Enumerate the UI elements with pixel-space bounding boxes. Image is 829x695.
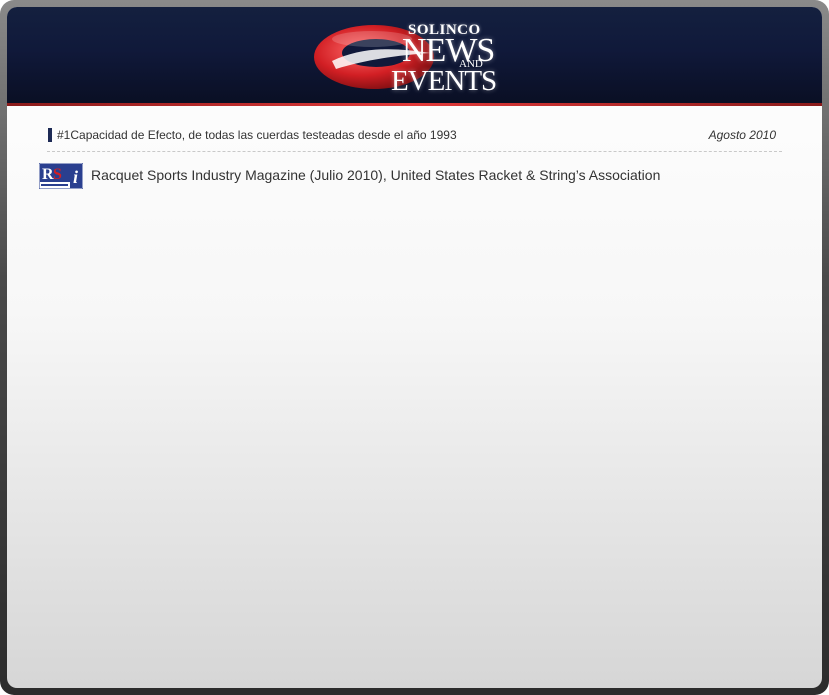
rsi-logo-icon: R S i	[39, 163, 83, 189]
header-banner: SOLINCO NEWS AND EVENTS	[7, 7, 822, 103]
window-frame: SOLINCO NEWS AND EVENTS #1Capacidad de E…	[0, 0, 829, 695]
svg-text:i: i	[73, 167, 78, 187]
content-panel: SOLINCO NEWS AND EVENTS #1Capacidad de E…	[7, 7, 822, 688]
news-source-text: Racquet Sports Industry Magazine (Julio …	[91, 167, 661, 183]
logo-events-text: EVENTS	[391, 65, 497, 97]
header-divider	[7, 103, 822, 106]
news-source-row: R S i Racquet Sports Industry Magazine (…	[39, 163, 799, 191]
news-item-row: #1Capacidad de Efecto, de todas las cuer…	[47, 125, 782, 152]
svg-text:S: S	[53, 166, 62, 183]
news-date: Agosto 2010	[708, 128, 776, 142]
bullet-bar-icon	[48, 128, 52, 142]
solinco-news-events-logo: SOLINCO NEWS AND EVENTS	[312, 17, 512, 97]
news-headline: #1Capacidad de Efecto, de todas las cuer…	[57, 128, 457, 142]
